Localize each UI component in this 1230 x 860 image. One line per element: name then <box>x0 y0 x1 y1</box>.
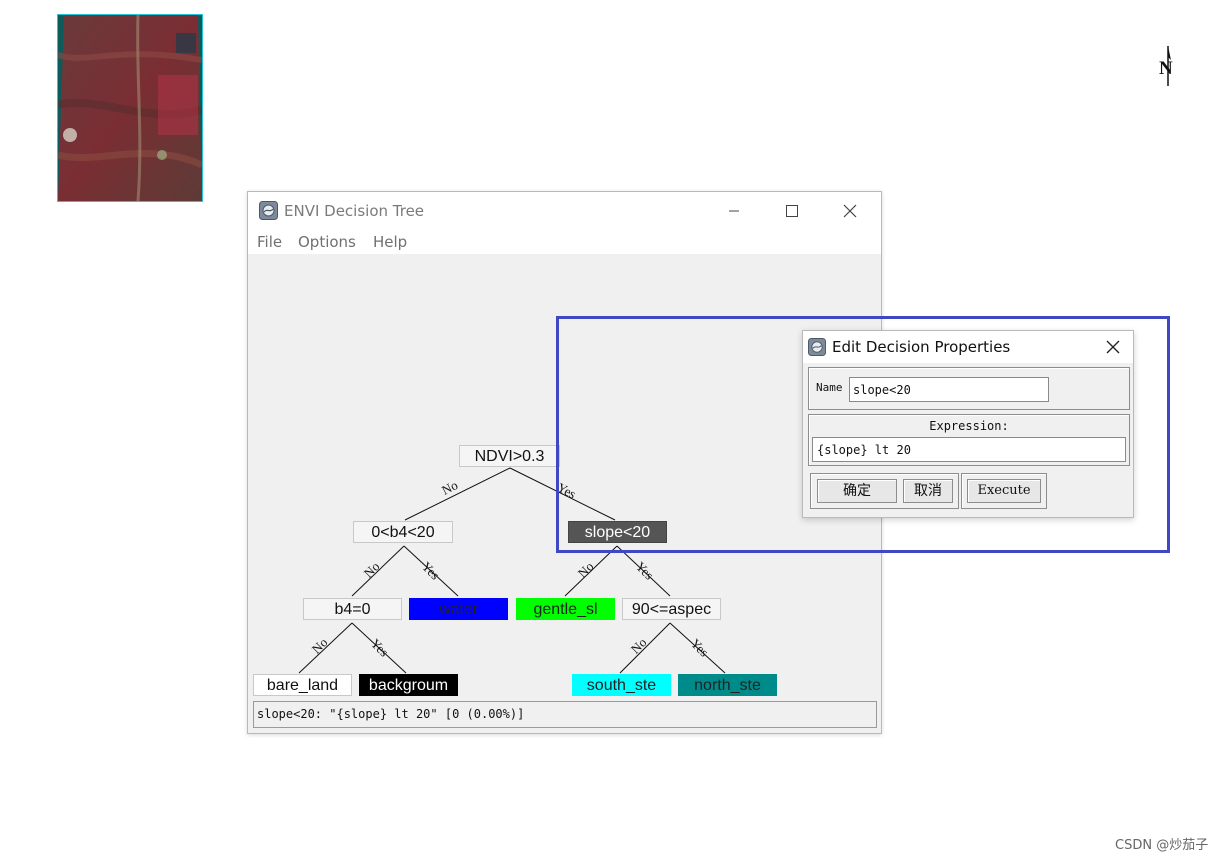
cancel-button[interactable]: 取消 <box>903 479 953 503</box>
execute-button-group: Execute <box>961 473 1047 509</box>
tree-leaf-water[interactable]: water <box>409 598 508 620</box>
name-panel: Name <box>808 367 1130 410</box>
dialog-titlebar[interactable]: Edit Decision Properties <box>803 331 1133 363</box>
envi-app-icon <box>259 201 278 220</box>
north-label: N <box>1159 58 1173 79</box>
watermark-text: CSDN @炒茄子 <box>1115 838 1209 853</box>
north-arrow-icon: N <box>1156 44 1182 88</box>
tree-leaf-south-steep[interactable]: south_ste <box>572 674 671 696</box>
ok-button[interactable]: 确定 <box>817 479 897 503</box>
edit-decision-properties-dialog: Edit Decision Properties Name Expression… <box>802 330 1134 518</box>
dialog-title: Edit Decision Properties <box>832 338 1011 356</box>
maximize-icon <box>786 205 798 217</box>
menu-help[interactable]: Help <box>373 233 407 251</box>
tree-node-ndvi[interactable]: NDVI>0.3 <box>459 445 560 467</box>
envi-app-icon <box>808 338 826 356</box>
tree-node-aspect[interactable]: 90<=aspec <box>622 598 721 620</box>
tree-leaf-bare-land[interactable]: bare_land <box>253 674 352 696</box>
menu-bar: File Options Help <box>248 230 881 254</box>
minimize-icon <box>729 210 739 212</box>
tree-leaf-gentle-slope[interactable]: gentle_sl <box>516 598 615 620</box>
ok-cancel-button-group: 确定 取消 <box>810 473 959 509</box>
close-button[interactable] <box>827 192 873 230</box>
tree-node-b4-zero[interactable]: b4=0 <box>303 598 402 620</box>
close-icon <box>1106 340 1120 354</box>
window-title: ENVI Decision Tree <box>284 202 425 220</box>
tree-leaf-background[interactable]: backgroum <box>359 674 458 696</box>
expression-input[interactable] <box>812 437 1126 462</box>
close-icon <box>843 204 857 218</box>
dialog-close-button[interactable] <box>1095 331 1131 363</box>
window-titlebar[interactable]: ENVI Decision Tree <box>248 192 881 230</box>
menu-options[interactable]: Options <box>298 233 356 251</box>
tree-node-b4-range[interactable]: 0<b4<20 <box>353 521 453 543</box>
status-bar: slope<20: "{slope} lt 20" [0 (0.00%)] <box>253 701 877 728</box>
name-input[interactable] <box>849 377 1049 402</box>
name-label: Name <box>816 381 843 394</box>
execute-button[interactable]: Execute <box>967 479 1041 503</box>
satellite-image-thumbnail <box>57 14 203 202</box>
maximize-button[interactable] <box>769 192 815 230</box>
minimize-button[interactable] <box>711 192 757 230</box>
expression-label: Expression: <box>929 419 1009 433</box>
expression-panel: Expression: <box>808 414 1130 466</box>
tree-leaf-north-steep[interactable]: north_ste <box>678 674 777 696</box>
menu-file[interactable]: File <box>257 233 282 251</box>
